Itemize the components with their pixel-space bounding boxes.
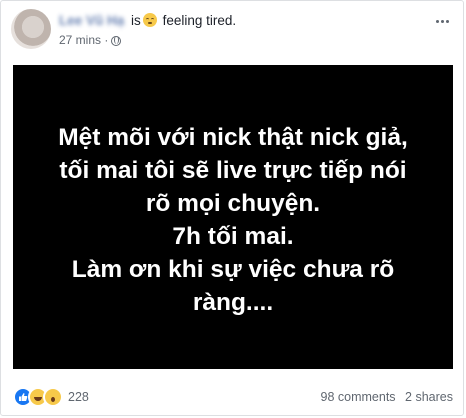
post-image[interactable]: Mệt mõi với nick thật nick giả, tối mai … [13,65,453,369]
meta-separator: · [104,33,109,47]
timestamp-link[interactable]: 27 mins [59,33,101,47]
post-line: tối mai tôi sẽ live trực tiếp nói [59,157,407,184]
user-name-link[interactable]: Lee Vũ Hạ [59,13,124,28]
post-stats: 98 comments 2 shares [321,390,453,404]
verb-text: is [131,13,141,28]
reaction-count: 228 [68,390,89,404]
avatar[interactable] [11,9,51,49]
post-meta: 27 mins · [59,33,122,47]
wow-icon [43,387,63,407]
post-footer: 228 98 comments 2 shares [13,385,453,409]
more-options-button[interactable] [431,13,453,29]
post-line: rõ mọi chuyện. [145,190,321,217]
feeling-text: feeling tired. [162,13,237,28]
post-line: Mệt mõi với nick thật nick giả, [58,124,408,151]
more-options-icon [435,19,439,23]
shares-link[interactable]: 2 shares [405,390,453,404]
post-line: 7h tối mai. [172,223,294,250]
post-line: ràng.... [192,289,274,316]
post-line: Làm ơn khi sự việc chưa rõ [71,256,395,283]
post-header: Lee Vũ Hạ is feeling tired. [59,13,236,28]
reactions-summary[interactable]: 228 [13,387,89,407]
tired-face-icon [142,13,157,27]
comments-link[interactable]: 98 comments [321,390,396,404]
globe-icon[interactable] [111,36,122,46]
post-card: Lee Vũ Hạ is feeling tired. 27 mins · Mệ… [0,0,464,416]
more-dot [445,19,449,23]
more-dot [440,19,444,23]
post-text: Mệt mõi với nick thật nick giả, tối mai … [23,121,443,319]
